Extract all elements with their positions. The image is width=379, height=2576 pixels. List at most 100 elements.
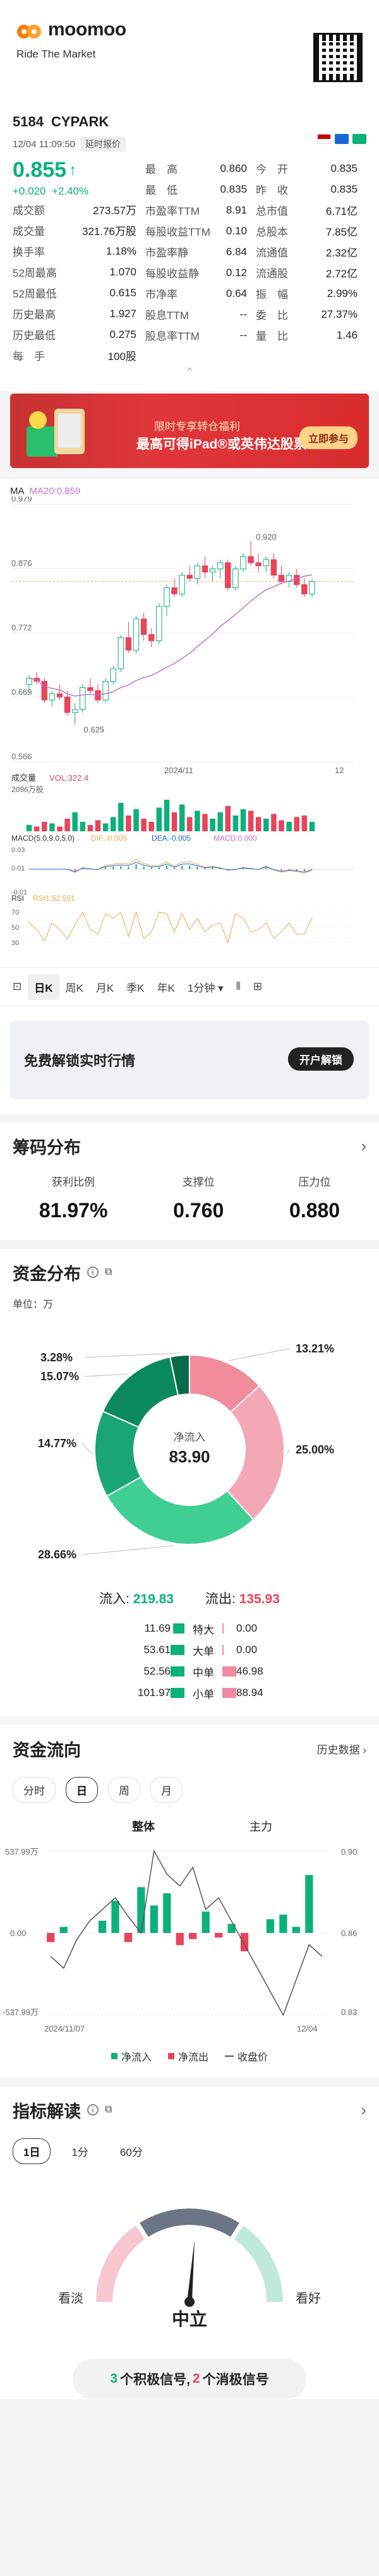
flow-size-label: 大单: [193, 1645, 214, 1658]
quote-panel: 5184 CYPARK 12/04 11:09:50 延时报价 0.855 ↑ +…: [0, 101, 379, 391]
chevron-right-icon[interactable]: ›: [361, 2100, 366, 2120]
tab-main-force[interactable]: 主力: [250, 1818, 272, 1834]
tab-60min[interactable]: 60分: [109, 2138, 153, 2164]
tab-daily[interactable]: 日: [66, 1777, 98, 1803]
tab-overall[interactable]: 整体: [132, 1818, 155, 1834]
quote-stat: 每股收益TTM 0.10: [145, 224, 247, 239]
fund-flow-chart: 537.99万 0.00 -537.99万 0.90 0.86 0.83 2024/11/0…: [3, 1847, 357, 2033]
fund-flow-section: 资金流向 历史数据 › 分时 日 周 月 整体 主力 537.99万 0.00 -5…: [0, 1725, 379, 2078]
candle: [171, 587, 177, 594]
quote-stat: 最 高 0.860: [145, 162, 247, 176]
info-icon[interactable]: i: [87, 1267, 99, 1278]
share-icon[interactable]: ⧉: [105, 1267, 112, 1278]
candle: [87, 687, 93, 691]
notify-icon[interactable]: [335, 134, 349, 144]
tab-quarter-k[interactable]: 季K: [120, 974, 150, 1000]
volume-bar: [286, 822, 292, 831]
inflow-bar: [171, 1666, 184, 1676]
history-data-link[interactable]: 历史数据 ›: [317, 1741, 366, 1757]
quote-stat: 昨 收 0.835: [256, 183, 358, 197]
app-header: moomoo Ride The Market: [0, 0, 379, 101]
candle: [56, 693, 63, 697]
chip-support: 支撑位 0.760: [173, 1176, 224, 1222]
y-tick-label: 0.566: [11, 752, 32, 761]
volume-bar: [33, 826, 40, 831]
volume-bar: [202, 814, 208, 831]
volume-axis-label: 2096万股: [11, 785, 44, 794]
volume-bar: [232, 816, 239, 831]
donut-leader-line: [286, 1449, 290, 1455]
legend-net-inflow: 净流入: [111, 2049, 152, 2064]
quote-stat: 股息TTM --: [145, 308, 247, 322]
outflow-value: 0.00: [236, 1644, 258, 1656]
tab-weekly[interactable]: 周: [108, 1777, 140, 1803]
candle-style-icon[interactable]: ⫴: [230, 975, 247, 998]
volume-bar: [126, 816, 131, 831]
legend-close-price: 收盘价: [225, 2049, 268, 2064]
price-change: +0.020: [13, 185, 46, 197]
volume-bar: [102, 823, 109, 831]
donut-pct-label: 3.28%: [40, 1351, 73, 1364]
volume-bar: [42, 822, 47, 831]
inflow-value: 53.61: [143, 1644, 171, 1656]
macd-bar: [150, 867, 152, 869]
candle: [71, 709, 78, 713]
macd-bar: [265, 867, 267, 869]
rsi-tick: 50: [11, 924, 19, 932]
tab-day-k[interactable]: 日K: [28, 973, 59, 1000]
y-tick-label: 0.83: [341, 2007, 357, 2017]
tab-intraday[interactable]: 分时: [13, 1777, 56, 1803]
donut-pct-label: 15.07%: [40, 1370, 79, 1383]
chart-canvas[interactable]: 0.9790.8760.7720.6690.5660.9200.6252024/…: [0, 494, 379, 964]
macd-bar: [181, 865, 183, 869]
tab-week-k[interactable]: 周K: [59, 974, 90, 1000]
gauge-neutral-arc: [140, 2208, 239, 2237]
quote-stat: 振 幅 2.99%: [256, 287, 358, 301]
indicator-grid-icon[interactable]: ⊞: [247, 975, 268, 998]
macd-bar: [135, 864, 137, 869]
volume-bar: [95, 820, 101, 831]
volume-bar: [240, 809, 246, 831]
y-tick-label: 0.876: [11, 558, 32, 568]
x-tick-label: 12/04: [297, 2024, 318, 2033]
macd-dea: DEA:-0.005: [152, 834, 191, 843]
info-icon[interactable]: i: [87, 2104, 99, 2116]
candle: [41, 681, 47, 701]
macd-bar: [280, 869, 282, 871]
chart-settings-icon[interactable]: ⊡: [6, 975, 28, 998]
outflow-value: 0.00: [236, 1622, 258, 1634]
net-flow-bar: [279, 1915, 287, 1933]
quote-stat: 委 比 27.37%: [256, 308, 358, 322]
banner-line1: 限时专享转仓福利: [154, 421, 240, 433]
open-account-button[interactable]: 开户解锁: [288, 1047, 354, 1071]
tab-1min[interactable]: 1分: [61, 2138, 99, 2164]
share-icon[interactable]: [352, 134, 366, 144]
candle: [80, 687, 86, 710]
tab-month-k[interactable]: 月K: [90, 974, 120, 1000]
negative-count: 2: [192, 2371, 200, 2386]
volume-bar: [64, 819, 70, 831]
donut-pct-label: 14.77%: [38, 1437, 76, 1450]
share-icon[interactable]: ⧉: [105, 2104, 112, 2116]
inflow-bar: [171, 1688, 184, 1698]
negative-text: 个消极信号: [202, 2373, 269, 2387]
candle: [148, 634, 155, 641]
quote-stat: 52周最高 1.070: [13, 265, 136, 280]
y-tick-label: 0.90: [341, 1847, 357, 1857]
gauge-needle: [187, 2240, 195, 2302]
candle: [278, 575, 285, 582]
expand-chevron-icon[interactable]: ⌃: [13, 366, 366, 380]
tab-1min[interactable]: 1分钟 ▾: [181, 974, 230, 1000]
quote-stat: 量 比 1.46: [256, 328, 358, 343]
macd-bar: [243, 868, 244, 869]
chevron-right-icon[interactable]: ›: [361, 1136, 366, 1156]
banner-join-button[interactable]: 立即参与: [299, 426, 358, 449]
promo-banner[interactable]: 限时专享转仓福利 最高可得iPad®或英伟达股票 立即参与: [10, 394, 369, 468]
tab-monthly[interactable]: 月: [150, 1777, 183, 1803]
volume-bar: [279, 820, 284, 831]
tab-1day[interactable]: 1日: [13, 2138, 51, 2164]
net-flow-bar: [305, 1875, 313, 1933]
volume-bar: [255, 817, 262, 831]
tab-year-k[interactable]: 年K: [151, 974, 181, 1000]
qr-code-icon: [313, 33, 363, 82]
